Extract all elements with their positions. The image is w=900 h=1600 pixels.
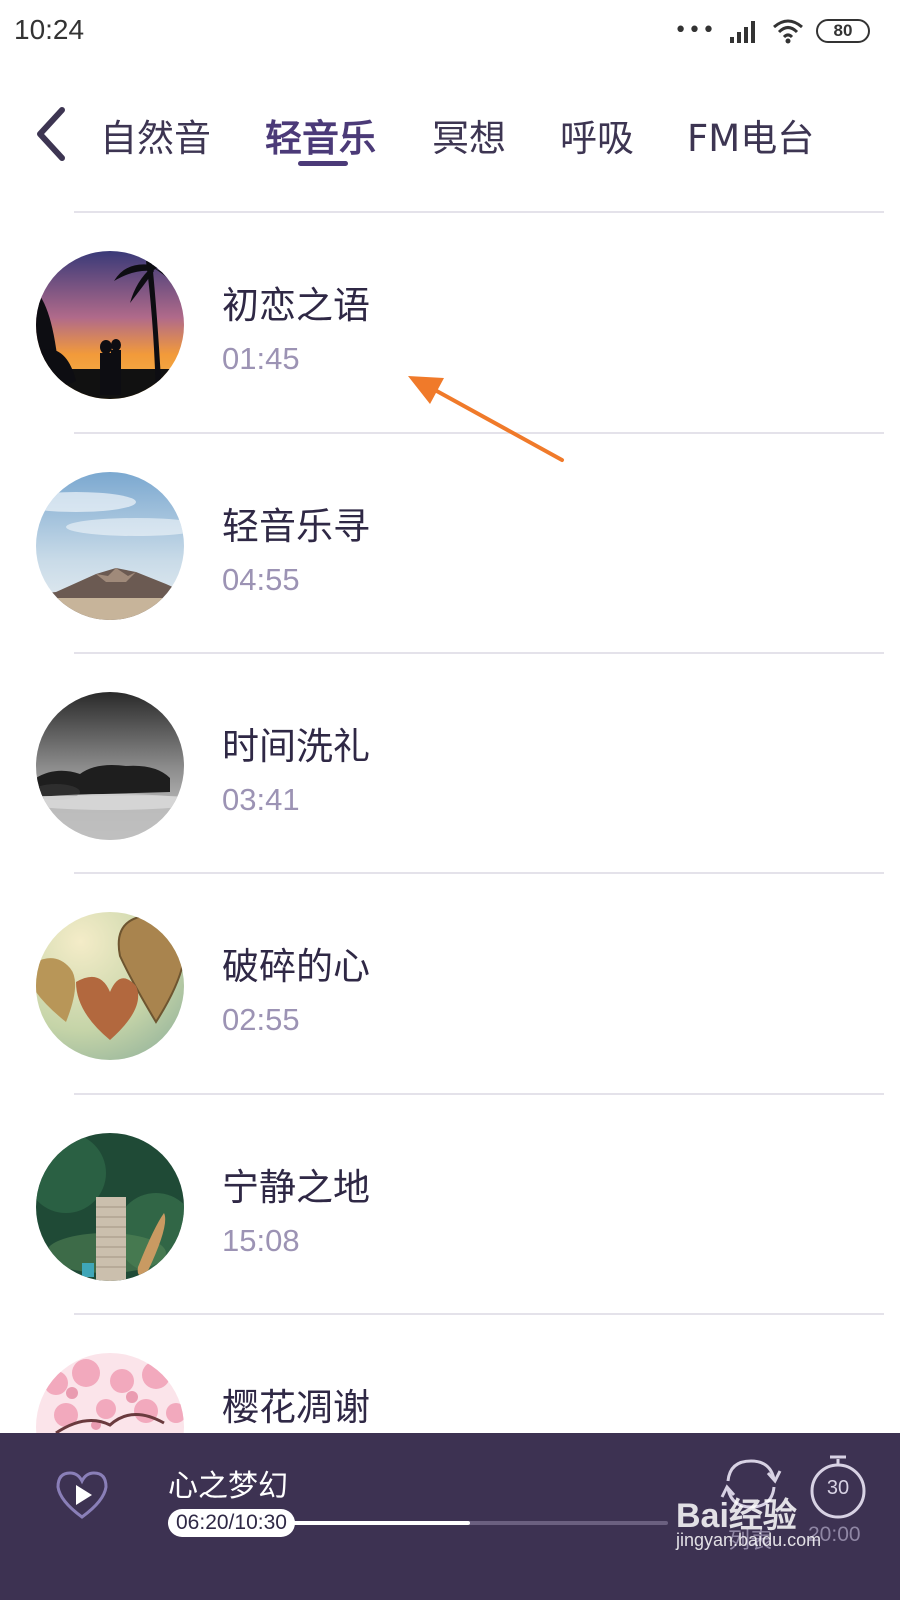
sunset-couple-cover xyxy=(36,251,184,399)
track-title: 轻音乐寻 xyxy=(222,505,370,548)
play-icon xyxy=(76,1485,92,1505)
battery-icon: 80 xyxy=(816,19,870,43)
track-title: 樱花凋谢 xyxy=(222,1386,370,1429)
track-duration: 02:55 xyxy=(222,1002,300,1037)
track-title: 时间洗礼 xyxy=(222,725,370,768)
pier-boat-cover xyxy=(36,1133,184,1281)
tab-fm-radio[interactable]: FM电台 xyxy=(687,108,814,162)
play-button[interactable] xyxy=(54,1467,110,1523)
mountain-sky-cover xyxy=(36,472,184,620)
tab-light-music[interactable]: 轻音乐 xyxy=(265,108,376,162)
more-dots-icon: ••• xyxy=(674,18,716,43)
track-title: 初恋之语 xyxy=(222,284,370,327)
tab-bar: 自然音 轻音乐 冥想 呼吸 FM电台 xyxy=(100,100,830,180)
baidu-jingyan-watermark: Bai经验 jingyan.baidu.com xyxy=(676,1488,886,1558)
track-row[interactable]: 破碎的心 02:55 xyxy=(0,874,900,1094)
signal-icon xyxy=(730,21,755,43)
wooden-hearts-cover xyxy=(36,912,184,1060)
back-button[interactable] xyxy=(30,104,74,164)
active-tab-indicator xyxy=(298,161,348,166)
chevron-left-icon xyxy=(37,107,65,161)
tab-header: 自然音 轻音乐 冥想 呼吸 FM电台 xyxy=(0,80,900,190)
tab-nature-sounds[interactable]: 自然音 xyxy=(100,108,211,162)
status-bar: 10:24 ••• 80 xyxy=(0,0,900,64)
progress-time-badge[interactable]: 06:20/10:30 xyxy=(168,1509,295,1537)
status-time: 10:24 xyxy=(14,14,85,45)
now-playing-title: 心之梦幻 xyxy=(168,1469,288,1504)
status-icons: ••• 80 xyxy=(674,16,870,46)
tab-breathing[interactable]: 呼吸 xyxy=(560,108,634,162)
track-title: 宁静之地 xyxy=(222,1166,370,1209)
track-title: 破碎的心 xyxy=(222,945,370,988)
track-duration: 15:08 xyxy=(222,1223,300,1258)
watermark-url: jingyan.baidu.com xyxy=(676,1530,822,1550)
track-duration: 03:41 xyxy=(222,782,300,817)
wifi-icon xyxy=(773,19,803,44)
tab-meditation[interactable]: 冥想 xyxy=(432,108,506,162)
track-row[interactable]: 宁静之地 15:08 xyxy=(0,1095,900,1315)
track-duration: 01:45 xyxy=(222,341,300,376)
misty-rocks-cover xyxy=(36,692,184,840)
track-row[interactable]: 时间洗礼 03:41 xyxy=(0,654,900,874)
annotation-arrow-icon xyxy=(408,376,564,462)
track-duration: 04:55 xyxy=(222,562,300,597)
